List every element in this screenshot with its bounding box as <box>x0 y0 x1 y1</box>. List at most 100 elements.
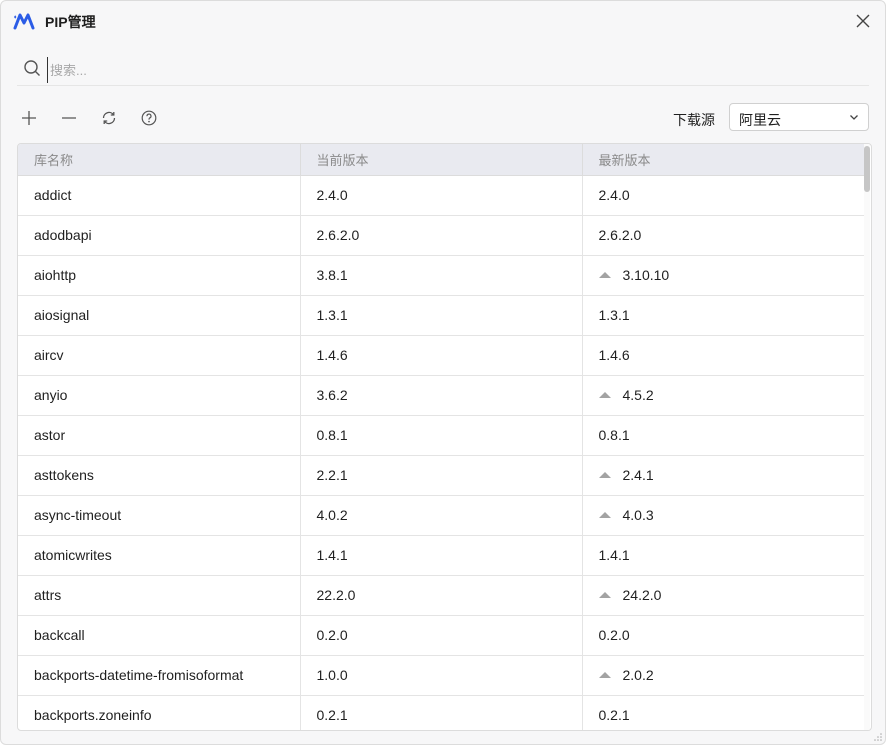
refresh-icon <box>102 111 116 125</box>
title-bar: PIP管理 <box>1 1 885 41</box>
package-name-cell-text: addict <box>34 187 72 203</box>
current-version-cell: 0.8.1 <box>300 415 583 456</box>
table-row[interactable]: aircv 1.4.6 1.4.6 <box>18 335 864 376</box>
column-header-current-version[interactable]: 当前版本 <box>300 144 583 176</box>
package-name-cell: atomicwrites <box>18 535 301 576</box>
package-name-cell-text: astor <box>34 427 66 443</box>
upgrade-arrow-icon <box>598 272 611 278</box>
latest-version-cell: 0.2.1 <box>582 695 864 730</box>
current-version-cell: 3.8.1 <box>300 255 583 296</box>
latest-version-cell-text: 1.4.6 <box>598 347 630 363</box>
package-name-cell: asttokens <box>18 455 301 496</box>
latest-version-cell: 24.2.0 <box>582 575 864 616</box>
latest-version-cell-text: 4.5.2 <box>622 387 654 403</box>
source-label: 下载源 <box>673 112 715 128</box>
current-version-cell: 0.2.1 <box>300 695 583 730</box>
table-row[interactable]: backcall 0.2.0 0.2.0 <box>18 615 864 656</box>
latest-version-cell: 1.3.1 <box>582 295 864 336</box>
latest-version-cell: 2.4.1 <box>582 455 864 496</box>
table-row[interactable]: async-timeout 4.0.2 4.0.3 <box>18 495 864 536</box>
table-row[interactable]: backports-datetime-fromisoformat 1.0.0 2.0… <box>18 655 864 696</box>
latest-version-cell: 1.4.1 <box>582 535 864 576</box>
table-row[interactable]: astor 0.8.1 0.8.1 <box>18 415 864 456</box>
current-version-cell-text: 1.3.1 <box>316 307 348 323</box>
vertical-scrollbar[interactable] <box>864 144 870 730</box>
package-name-cell: anyio <box>18 375 301 416</box>
current-version-cell-text: 1.0.0 <box>316 667 348 683</box>
latest-version-cell-text: 0.8.1 <box>598 427 630 443</box>
latest-version-cell-text: 2.0.2 <box>622 667 654 683</box>
latest-version-cell: 2.6.2.0 <box>582 215 864 256</box>
latest-version-cell-text: 1.3.1 <box>598 307 630 323</box>
current-version-cell: 1.4.6 <box>300 335 583 376</box>
current-version-cell-text: 0.2.0 <box>316 627 348 643</box>
current-version-cell-text: 1.4.6 <box>316 347 348 363</box>
table-row[interactable]: addict 2.4.0 2.4.0 <box>18 175 864 216</box>
search-icon <box>24 60 40 76</box>
refresh-button[interactable] <box>97 105 121 131</box>
current-version-cell-text: 0.2.1 <box>316 707 348 723</box>
table-row[interactable]: backports.zoneinfo 0.2.1 0.2.1 <box>18 695 864 730</box>
upgrade-arrow-icon <box>598 672 611 678</box>
upgrade-arrow-icon <box>598 392 611 398</box>
latest-version-cell-text: 0.2.1 <box>598 707 630 723</box>
current-version-cell-text: 2.4.0 <box>316 187 348 203</box>
package-name-cell-text: backports-datetime-fromisoformat <box>34 667 244 683</box>
toolbar: 下载源 阿里云 <box>17 103 869 131</box>
source-select[interactable]: 阿里云 <box>729 103 869 131</box>
latest-version-cell: 4.5.2 <box>582 375 864 416</box>
table-row[interactable]: asttokens 2.2.1 2.4.1 <box>18 455 864 496</box>
help-icon <box>141 110 157 126</box>
latest-version-cell-text: 2.4.1 <box>622 467 654 483</box>
current-version-cell: 2.4.0 <box>300 175 583 216</box>
current-version-cell-text: 3.8.1 <box>316 267 348 283</box>
table-row[interactable]: attrs 22.2.0 24.2.0 <box>18 575 864 616</box>
table-row[interactable]: aiohttp 3.8.1 3.10.10 <box>18 255 864 296</box>
package-name-cell: aircv <box>18 335 301 376</box>
table-header-row: 库名称 当前版本 最新版本 <box>18 144 864 176</box>
window-title: PIP管理 <box>45 14 96 30</box>
package-name-cell-text: backports.zoneinfo <box>34 707 152 723</box>
column-header-latest-version[interactable]: 最新版本 <box>582 144 864 176</box>
table-row[interactable]: anyio 3.6.2 4.5.2 <box>18 375 864 416</box>
package-name-cell-text: aiohttp <box>34 267 77 283</box>
scrollbar-thumb[interactable] <box>864 146 870 192</box>
package-table: 库名称 当前版本 最新版本 addict 2.4.0 2.4.0 adodbapi 2.… <box>17 143 872 731</box>
resize-grip-icon[interactable] <box>873 732 883 742</box>
latest-version-cell: 3.10.10 <box>582 255 864 296</box>
latest-version-cell: 0.8.1 <box>582 415 864 456</box>
table-row[interactable]: aiosignal 1.3.1 1.3.1 <box>18 295 864 336</box>
package-name-cell: astor <box>18 415 301 456</box>
current-version-cell-text: 2.6.2.0 <box>316 227 360 243</box>
add-package-button[interactable] <box>17 105 41 131</box>
search-bar <box>17 53 869 86</box>
package-name-cell: async-timeout <box>18 495 301 536</box>
help-button[interactable] <box>137 105 161 131</box>
current-version-cell: 4.0.2 <box>300 495 583 536</box>
current-version-cell-text: 0.8.1 <box>316 427 348 443</box>
latest-version-cell: 4.0.3 <box>582 495 864 536</box>
search-input[interactable] <box>47 57 852 83</box>
plus-icon <box>22 111 36 125</box>
package-name-cell-text: backcall <box>34 627 85 643</box>
current-version-cell-text: 2.2.1 <box>316 467 348 483</box>
remove-package-button[interactable] <box>57 105 81 131</box>
latest-version-cell-text: 0.2.0 <box>598 627 630 643</box>
current-version-cell: 2.6.2.0 <box>300 215 583 256</box>
current-version-cell-text: 22.2.0 <box>316 587 356 603</box>
latest-version-cell-text: 2.4.0 <box>598 187 630 203</box>
current-version-cell: 0.2.0 <box>300 615 583 656</box>
current-version-cell-text: 4.0.2 <box>316 507 348 523</box>
package-name-cell: adodbapi <box>18 215 301 256</box>
upgrade-arrow-icon <box>598 472 611 478</box>
latest-version-cell-text: 4.0.3 <box>622 507 654 523</box>
latest-version-cell: 2.0.2 <box>582 655 864 696</box>
latest-version-cell-text: 1.4.1 <box>598 547 630 563</box>
package-name-cell: backports.zoneinfo <box>18 695 301 730</box>
upgrade-arrow-icon <box>598 592 611 598</box>
current-version-cell: 1.0.0 <box>300 655 583 696</box>
table-row[interactable]: adodbapi 2.6.2.0 2.6.2.0 <box>18 215 864 256</box>
column-header-name[interactable]: 库名称 <box>18 144 301 176</box>
table-row[interactable]: atomicwrites 1.4.1 1.4.1 <box>18 535 864 576</box>
close-icon[interactable] <box>853 11 873 31</box>
